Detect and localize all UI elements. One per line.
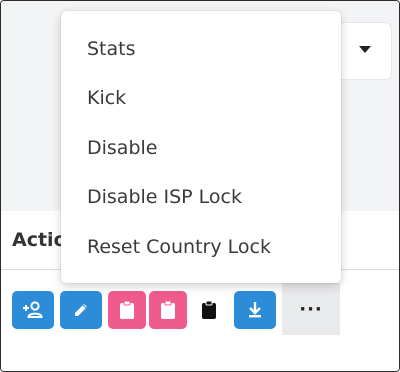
menu-item-kick[interactable]: Kick bbox=[61, 84, 341, 133]
menu-item-disable-isp-lock[interactable]: Disable ISP Lock bbox=[61, 183, 341, 232]
add-user-button[interactable] bbox=[12, 291, 54, 329]
clipboard-icon bbox=[202, 300, 216, 319]
clipboard-button-3[interactable] bbox=[190, 291, 228, 329]
screen-frame: Actio ··· Stats Kick Disable Disable ISP… bbox=[0, 0, 400, 372]
clipboard-button-2[interactable] bbox=[149, 291, 187, 329]
context-menu: Stats Kick Disable Disable ISP Lock Rese… bbox=[61, 11, 341, 283]
menu-item-stats[interactable]: Stats bbox=[61, 35, 341, 84]
clipboard-button-1[interactable] bbox=[108, 291, 146, 329]
pencil-icon bbox=[75, 304, 87, 316]
download-icon bbox=[249, 302, 261, 318]
add-user-icon bbox=[23, 301, 43, 318]
table-row-actions: ··· bbox=[1, 270, 399, 371]
download-button[interactable] bbox=[234, 291, 276, 329]
caret-down-icon bbox=[359, 46, 371, 53]
more-options-button[interactable]: ··· bbox=[282, 283, 340, 335]
menu-item-reset-country-lock[interactable]: Reset Country Lock bbox=[61, 233, 341, 282]
menu-item-disable[interactable]: Disable bbox=[61, 134, 341, 183]
edit-button[interactable] bbox=[60, 291, 102, 329]
clipboard-icon bbox=[161, 300, 175, 319]
clipboard-icon bbox=[120, 300, 134, 319]
actions-column-header: Actio bbox=[12, 229, 67, 251]
